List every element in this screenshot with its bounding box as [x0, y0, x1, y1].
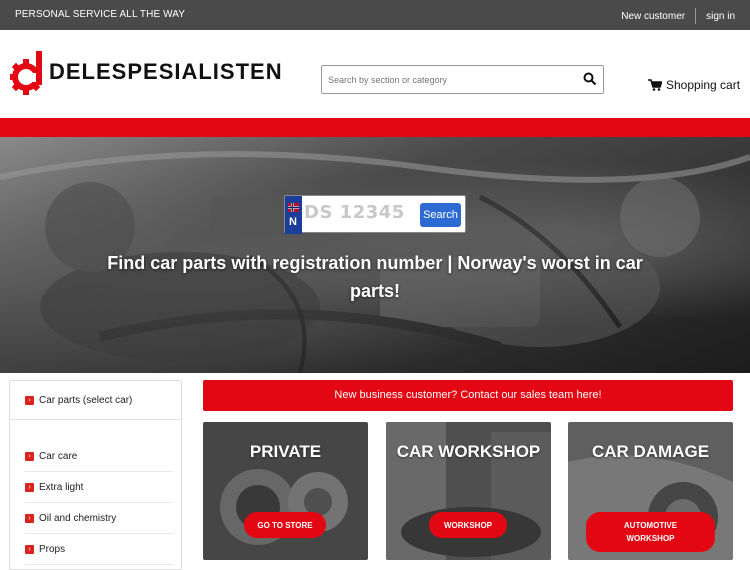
- sidebar-item-label: Car parts (select car): [39, 395, 133, 406]
- hero-banner: N DS 12345 Search Find car parts with re…: [0, 137, 750, 373]
- tile-car-damage[interactable]: CAR DAMAGE AUTOMOTIVE WORKSHOP: [568, 422, 733, 560]
- sidebar-item-label: Extra light: [39, 481, 84, 493]
- tile-title: PRIVATE: [249, 442, 322, 461]
- norway-flag-icon: [288, 199, 299, 212]
- sidebar-item-extra-light[interactable]: › Extra light: [25, 472, 173, 503]
- workshop-button[interactable]: WORKSHOP: [429, 512, 507, 538]
- sidebar-item-label: Car care: [39, 450, 78, 462]
- shopping-cart-icon: [648, 79, 663, 91]
- go-to-store-button[interactable]: GO TO STORE: [244, 512, 326, 538]
- sidebar-item-car-parts[interactable]: › Car parts (select car): [25, 385, 173, 416]
- business-promo-banner[interactable]: New business customer? Contact our sales…: [203, 380, 733, 411]
- tile-car-workshop[interactable]: CAR WORKSHOP WORKSHOP: [386, 422, 551, 560]
- hero-title: Find car parts with registration number …: [107, 253, 643, 301]
- chevron-right-icon: ›: [25, 451, 34, 461]
- sign-in-link[interactable]: sign in: [706, 11, 735, 22]
- shopping-cart-button[interactable]: Shopping cart: [648, 78, 740, 92]
- sidebar-item-car-care[interactable]: › Car care: [25, 441, 173, 472]
- brand-name: DELESPESIALISTEN: [49, 59, 283, 84]
- registration-search-button[interactable]: Search: [420, 203, 461, 227]
- country-code: N: [289, 216, 297, 228]
- automotive-workshop-button[interactable]: AUTOMOTIVE WORKSHOP: [586, 512, 715, 552]
- site-header: DELESPESIALISTEN Shopping cart: [0, 30, 750, 118]
- chevron-right-icon: ›: [25, 544, 34, 554]
- chevron-right-icon: ›: [25, 513, 34, 523]
- tile-title: CAR DAMAGE: [591, 442, 710, 461]
- tile-title: CAR WORKSHOP: [396, 442, 541, 461]
- sidebar-item-props[interactable]: › Props: [25, 534, 173, 565]
- sidebar-item-label: Props: [39, 543, 66, 555]
- gear-wrench-logo-icon: [9, 47, 49, 97]
- search-input[interactable]: [322, 66, 572, 93]
- new-customer-link[interactable]: New customer: [621, 11, 685, 22]
- account-links: New customer sign in: [621, 8, 735, 24]
- sidebar-item-oil-chemistry[interactable]: › Oil and chemistry: [25, 503, 173, 534]
- header-accent-bar: [0, 118, 750, 137]
- shopping-cart-label: Shopping cart: [666, 78, 741, 92]
- site-logo[interactable]: DELESPESIALISTEN: [9, 47, 299, 97]
- chevron-right-icon: ›: [25, 482, 34, 492]
- link-divider: [695, 8, 697, 24]
- chevron-right-icon: ›: [25, 396, 34, 405]
- sidebar-item-label: Oil and chemistry: [39, 512, 117, 524]
- registration-plate-search: N DS 12345 Search: [284, 195, 466, 234]
- eu-band: N: [285, 196, 302, 234]
- registration-input[interactable]: DS 12345: [304, 202, 405, 223]
- top-bar: PERSONAL SERVICE ALL THE WAY New custome…: [0, 0, 750, 30]
- sidebar-top-group: › Car parts (select car): [10, 381, 181, 420]
- tagline: PERSONAL SERVICE ALL THE WAY: [15, 9, 186, 20]
- category-sidebar: › Car parts (select car) › Car care › Ex…: [9, 380, 182, 570]
- search-icon[interactable]: [583, 72, 597, 86]
- tile-private[interactable]: PRIVATE GO TO STORE: [203, 422, 368, 560]
- site-search: [321, 65, 604, 94]
